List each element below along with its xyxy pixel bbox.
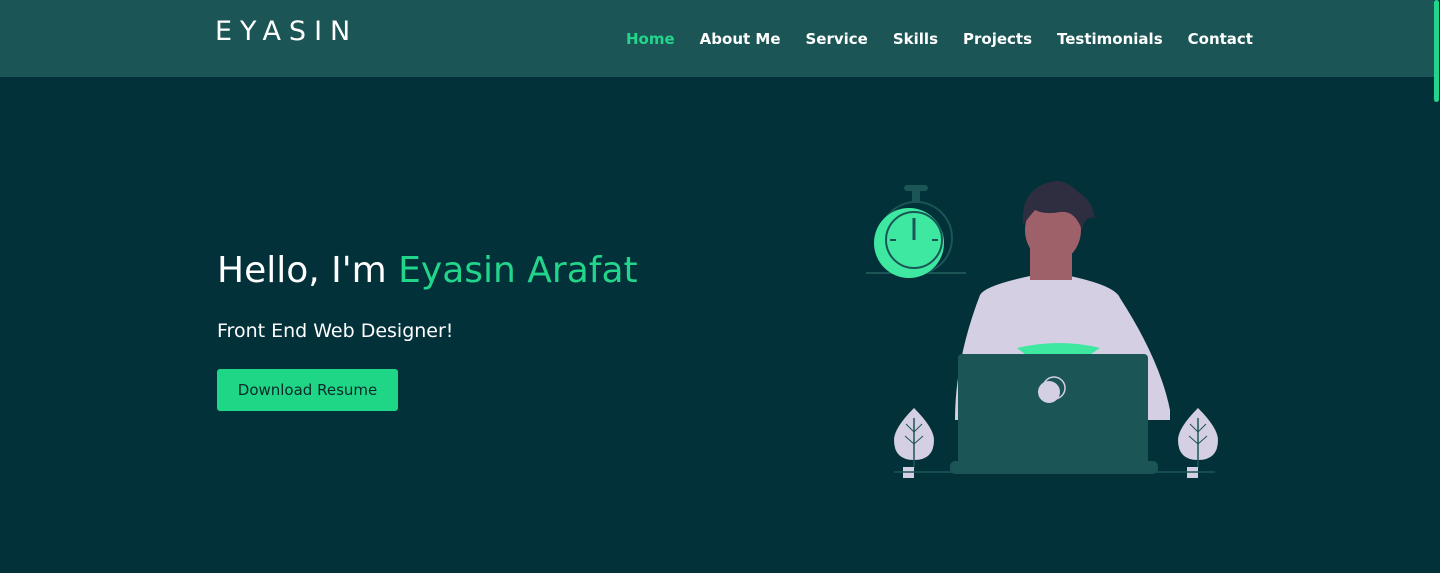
hero-greeting: Hello, I'm [217, 250, 399, 291]
nav-item-skills[interactable]: Skills [893, 30, 938, 48]
scrollbar-thumb[interactable] [1434, 0, 1439, 102]
laptop-illustration [950, 354, 1158, 474]
site-logo[interactable]: EYASIN [215, 16, 358, 47]
nav-item-projects[interactable]: Projects [963, 30, 1032, 48]
site-header: EYASIN Home About Me Service Skills Proj… [0, 0, 1440, 77]
stopwatch-icon [866, 185, 966, 278]
nav-item-home[interactable]: Home [626, 30, 675, 48]
page-scrollbar[interactable] [1434, 0, 1440, 573]
hero-subtitle: Front End Web Designer! [217, 320, 454, 342]
nav-item-contact[interactable]: Contact [1188, 30, 1253, 48]
hero-title: Hello, I'm Eyasin Arafat [217, 250, 638, 291]
nav-item-testimonials[interactable]: Testimonials [1057, 30, 1163, 48]
plant-left-icon [894, 408, 934, 478]
hero-name: Eyasin Arafat [398, 250, 638, 291]
hero-illustration [866, 181, 1218, 478]
nav-item-about-me[interactable]: About Me [700, 30, 781, 48]
download-resume-button[interactable]: Download Resume [217, 369, 398, 411]
nav-item-service[interactable]: Service [806, 30, 868, 48]
main-nav: Home About Me Service Skills Projects Te… [626, 30, 1278, 48]
plant-right-icon [1178, 408, 1218, 478]
